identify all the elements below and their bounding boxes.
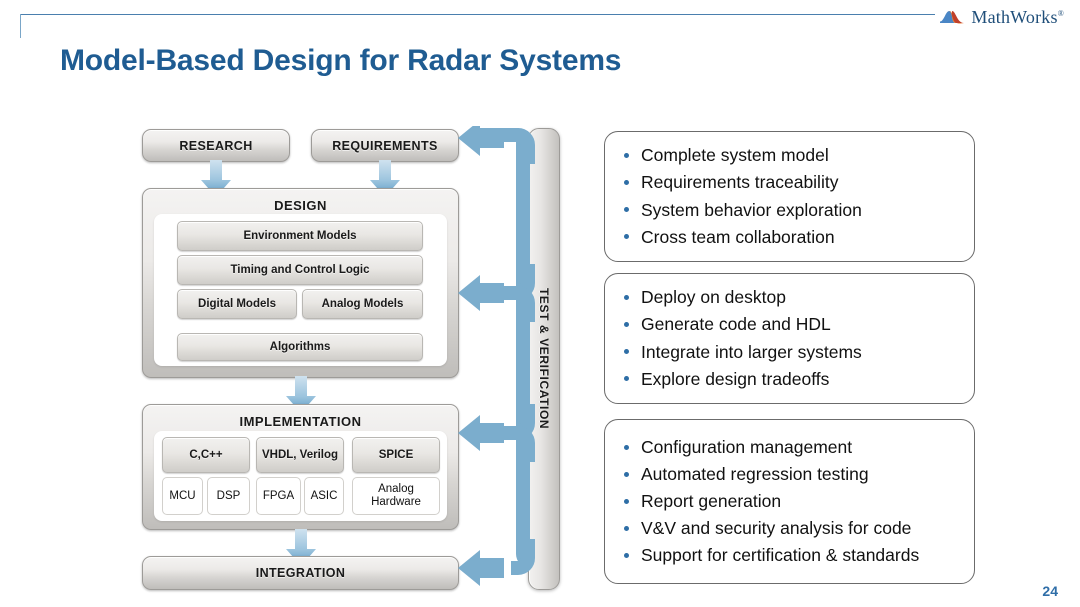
- stage-implementation-label: IMPLEMENTATION: [239, 414, 362, 429]
- impl-hardware-fpga[interactable]: FPGA: [256, 477, 301, 515]
- bullet-text: Explore design tradeoffs: [641, 368, 830, 389]
- design-module-analog-models[interactable]: Analog Models: [302, 289, 423, 319]
- stage-research[interactable]: RESEARCH: [142, 129, 290, 162]
- bullet-text: Support for certification & standards: [641, 545, 920, 566]
- bullet-text: Complete system model: [641, 145, 829, 166]
- impl-language-spice[interactable]: SPICE: [352, 437, 440, 473]
- bullet-text: Generate code and HDL: [641, 314, 831, 335]
- panel-modeling-benefits: Complete system model Requirements trace…: [604, 131, 975, 262]
- bullet-icon: [624, 471, 629, 477]
- stage-integration[interactable]: INTEGRATION: [142, 556, 459, 590]
- list-item: Cross team collaboration: [619, 224, 960, 251]
- list-item: Report generation: [619, 488, 960, 515]
- list-item: Automated regression testing: [619, 461, 960, 488]
- bullet-icon: [624, 444, 629, 450]
- bullet-icon: [624, 498, 629, 504]
- bullet-icon: [624, 180, 629, 186]
- list-item: Generate code and HDL: [619, 311, 960, 338]
- panel-verification-benefits: Configuration management Automated regre…: [604, 419, 975, 584]
- bullet-icon: [624, 349, 629, 355]
- feedback-arrow-spine: [458, 126, 535, 586]
- bullet-icon: [624, 153, 629, 159]
- list-item: System behavior exploration: [619, 197, 960, 224]
- stage-design-label: DESIGN: [274, 198, 327, 213]
- page-number: 24: [1042, 583, 1058, 599]
- panel-implementation-list: Deploy on desktop Generate code and HDL …: [619, 284, 960, 393]
- design-module-digital-models[interactable]: Digital Models: [177, 289, 297, 319]
- list-item: Support for certification & standards: [619, 542, 960, 569]
- impl-language-c-cpp[interactable]: C,C++: [162, 437, 250, 473]
- bullet-icon: [624, 376, 629, 382]
- bullet-icon: [624, 322, 629, 328]
- impl-hardware-dsp[interactable]: DSP: [207, 477, 250, 515]
- mathworks-wordmark: MathWorks®: [971, 6, 1064, 27]
- list-item: Integrate into larger systems: [619, 339, 960, 366]
- bullet-icon: [624, 553, 629, 559]
- bullet-text: System behavior exploration: [641, 199, 862, 220]
- impl-hardware-analog[interactable]: Analog Hardware: [352, 477, 440, 515]
- impl-language-vhdl-verilog[interactable]: VHDL, Verilog: [256, 437, 344, 473]
- list-item: Configuration management: [619, 434, 960, 461]
- bullet-icon: [624, 207, 629, 213]
- list-item: Explore design tradeoffs: [619, 366, 960, 393]
- list-item: V&V and security analysis for code: [619, 515, 960, 542]
- trademark-symbol: ®: [1057, 8, 1064, 18]
- list-item: Deploy on desktop: [619, 284, 960, 311]
- header-rule: [20, 14, 935, 15]
- bullet-icon: [624, 234, 629, 240]
- design-module-environment-models[interactable]: Environment Models: [177, 221, 423, 251]
- panel-modeling-list: Complete system model Requirements trace…: [619, 142, 960, 251]
- panel-verification-list: Configuration management Automated regre…: [619, 434, 960, 570]
- stage-research-label: RESEARCH: [179, 138, 253, 153]
- stage-integration-label: INTEGRATION: [255, 566, 346, 580]
- bullet-text: Requirements traceability: [641, 172, 839, 193]
- bullet-text: Configuration management: [641, 436, 853, 457]
- list-item: Requirements traceability: [619, 169, 960, 196]
- mathworks-membrane-icon: [940, 10, 965, 24]
- impl-hardware-asic[interactable]: ASIC: [304, 477, 344, 515]
- design-module-timing-control-logic[interactable]: Timing and Control Logic: [177, 255, 423, 285]
- design-module-algorithms[interactable]: Algorithms: [177, 333, 423, 361]
- stage-requirements-label: REQUIREMENTS: [332, 138, 438, 153]
- bullet-text: Deploy on desktop: [641, 287, 786, 308]
- stage-requirements[interactable]: REQUIREMENTS: [311, 129, 459, 162]
- bullet-icon: [624, 525, 629, 531]
- bullet-text: Automated regression testing: [641, 463, 869, 484]
- bullet-text: V&V and security analysis for code: [641, 518, 912, 539]
- page-title: Model-Based Design for Radar Systems: [60, 44, 622, 77]
- header-rule-cap: [20, 14, 21, 38]
- bullet-text: Report generation: [641, 490, 782, 511]
- list-item: Complete system model: [619, 142, 960, 169]
- bullet-icon: [624, 295, 629, 301]
- panel-implementation-benefits: Deploy on desktop Generate code and HDL …: [604, 273, 975, 404]
- bullet-text: Cross team collaboration: [641, 226, 835, 247]
- mathworks-logo: MathWorks®: [939, 6, 1064, 28]
- bullet-text: Integrate into larger systems: [641, 341, 862, 362]
- impl-hardware-mcu[interactable]: MCU: [162, 477, 203, 515]
